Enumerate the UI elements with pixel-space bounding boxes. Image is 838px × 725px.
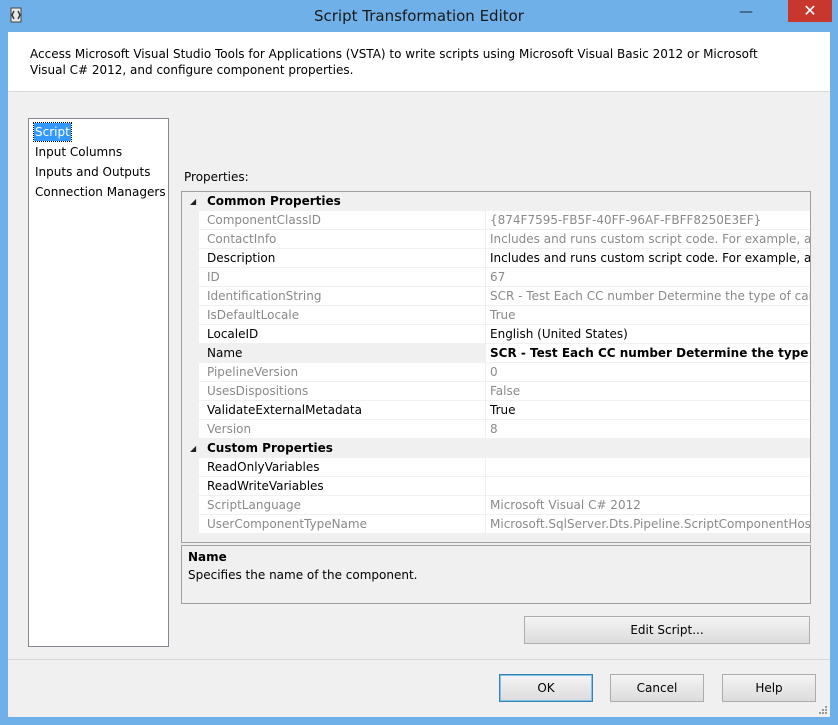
property-value: 8 <box>486 420 810 439</box>
header-description: Access Microsoft Visual Studio Tools for… <box>30 47 758 77</box>
category-custom-properties[interactable]: ◢ Custom Properties <box>182 439 810 458</box>
description-title: Name <box>188 550 227 564</box>
property-value: 0 <box>486 363 810 382</box>
property-value: SCR - Test Each CC number Determine the … <box>486 287 810 306</box>
page-navigation-list: Script Input Columns Inputs and Outputs … <box>28 118 169 647</box>
editor-window: Script Transformation Editor — ✕ Access … <box>0 0 838 725</box>
property-name: IdentificationString <box>199 287 485 306</box>
category-label: Common Properties <box>207 194 341 208</box>
property-value: Microsoft Visual C# 2012 <box>486 496 810 515</box>
property-value: 67 <box>486 268 810 287</box>
property-row[interactable]: IsDefaultLocale True <box>182 306 810 325</box>
property-value: Includes and runs custom script code. Fo… <box>486 230 810 249</box>
property-value[interactable] <box>486 477 810 496</box>
property-value[interactable] <box>486 458 810 477</box>
sidebar-item-inputs-and-outputs[interactable]: Inputs and Outputs <box>34 163 151 181</box>
property-name: ScriptLanguage <box>199 496 485 515</box>
property-name: LocaleID <box>199 325 485 344</box>
property-name: ContactInfo <box>199 230 485 249</box>
close-button[interactable]: ✕ <box>788 0 832 22</box>
dialog-body: Access Microsoft Visual Studio Tools for… <box>8 32 830 717</box>
property-row[interactable]: ReadOnlyVariables <box>182 458 810 477</box>
property-row[interactable]: ComponentClassID {874F7595-FB5F-40FF-96A… <box>182 211 810 230</box>
properties-label: Properties: <box>184 170 249 184</box>
sidebar-item-input-columns[interactable]: Input Columns <box>34 143 123 161</box>
property-row[interactable]: ScriptLanguage Microsoft Visual C# 2012 <box>182 496 810 515</box>
property-row[interactable]: PipelineVersion 0 <box>182 363 810 382</box>
property-row-selected[interactable]: Name SCR - Test Each CC number Determine… <box>182 344 810 363</box>
collapse-triangle-icon[interactable]: ◢ <box>190 444 196 453</box>
category-common-properties[interactable]: ◢ Common Properties <box>182 192 810 211</box>
property-row[interactable]: Version 8 <box>182 420 810 439</box>
ok-button[interactable]: OK <box>499 674 593 702</box>
property-row[interactable]: Description Includes and runs custom scr… <box>182 249 810 268</box>
cancel-button[interactable]: Cancel <box>610 674 704 702</box>
minimize-icon: — <box>739 4 753 20</box>
property-name: UserComponentTypeName <box>199 515 485 534</box>
property-name: IsDefaultLocale <box>199 306 485 325</box>
close-icon: ✕ <box>803 1 817 20</box>
category-label: Custom Properties <box>207 441 333 455</box>
property-name: UsesDispositions <box>199 382 485 401</box>
property-row[interactable]: ID 67 <box>182 268 810 287</box>
property-value[interactable]: True <box>486 401 810 420</box>
property-row[interactable]: UserComponentTypeName Microsoft.SqlServe… <box>182 515 810 534</box>
property-value[interactable]: Includes and runs custom script code. Fo… <box>486 249 810 268</box>
property-row[interactable]: ContactInfo Includes and runs custom scr… <box>182 230 810 249</box>
property-row[interactable]: LocaleID English (United States) <box>182 325 810 344</box>
property-value[interactable]: English (United States) <box>486 325 810 344</box>
help-button[interactable]: Help <box>722 674 816 702</box>
property-name: ReadWriteVariables <box>199 477 485 496</box>
property-name: ID <box>199 268 485 287</box>
property-row[interactable]: UsesDispositions False <box>182 382 810 401</box>
property-name: Name <box>199 344 485 363</box>
property-row[interactable]: ValidateExternalMetadata True <box>182 401 810 420</box>
property-description-panel: Name Specifies the name of the component… <box>181 545 811 604</box>
window-title: Script Transformation Editor <box>314 7 524 25</box>
property-value[interactable]: SCR - Test Each CC number Determine the … <box>486 344 810 363</box>
property-grid: ◢ Common Properties ComponentClassID {87… <box>181 191 811 543</box>
dialog-header: Access Microsoft Visual Studio Tools for… <box>8 32 830 92</box>
title-bar[interactable]: Script Transformation Editor — ✕ <box>0 0 838 32</box>
collapse-triangle-icon[interactable]: ◢ <box>190 197 196 206</box>
footer-divider <box>8 659 830 660</box>
property-name: Version <box>199 420 485 439</box>
minimize-button[interactable]: — <box>737 2 755 24</box>
property-row[interactable]: IdentificationString SCR - Test Each CC … <box>182 287 810 306</box>
property-name: ReadOnlyVariables <box>199 458 485 477</box>
property-row[interactable]: ReadWriteVariables <box>182 477 810 496</box>
property-value: True <box>486 306 810 325</box>
sidebar-item-script[interactable]: Script <box>33 122 72 142</box>
property-name: Description <box>199 249 485 268</box>
property-name: ComponentClassID <box>199 211 485 230</box>
property-value: {874F7595-FB5F-40FF-96AF-FBFF8250E3EF} <box>486 211 810 230</box>
sidebar-item-connection-managers[interactable]: Connection Managers <box>34 183 167 201</box>
edit-script-button[interactable]: Edit Script... <box>524 616 810 644</box>
property-name: PipelineVersion <box>199 363 485 382</box>
property-value: Microsoft.SqlServer.Dts.Pipeline.ScriptC… <box>486 515 810 534</box>
resize-grip-icon[interactable] <box>818 705 828 715</box>
property-name: ValidateExternalMetadata <box>199 401 485 420</box>
property-value: False <box>486 382 810 401</box>
description-text: Specifies the name of the component. <box>188 568 418 582</box>
